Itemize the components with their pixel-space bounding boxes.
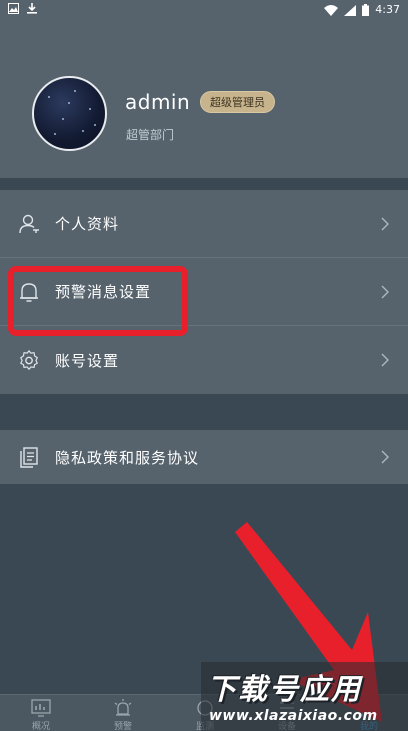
watermark: 下载号应用 www.xlazaixiao.com — [201, 662, 408, 731]
username: admin — [125, 90, 191, 114]
chevron-right-icon — [381, 353, 389, 367]
menu-item-profile[interactable]: 个人资料 — [0, 190, 408, 258]
document-icon — [20, 447, 38, 468]
avatar[interactable] — [32, 76, 107, 151]
department-label: 超管部门 — [126, 128, 175, 142]
tab-label-alerts: 预警 — [113, 722, 132, 731]
status-time: 4:37 — [375, 3, 400, 16]
status-bar: 4:37 — [0, 0, 408, 20]
menu-label-account-settings: 账号设置 — [55, 351, 120, 370]
tab-alerts[interactable]: 预警 — [82, 695, 164, 731]
menu-item-privacy-policy[interactable]: 隐私政策和服务协议 — [0, 430, 408, 484]
menu-item-account-settings[interactable]: 账号设置 — [0, 326, 408, 394]
menu-label-privacy-policy: 隐私政策和服务协议 — [55, 448, 200, 467]
policy-menu: 隐私政策和服务协议 — [0, 430, 408, 484]
alarm-icon — [114, 699, 132, 716]
download-icon — [27, 3, 37, 14]
user-icon — [19, 214, 39, 233]
annotation-highlight-box — [8, 266, 188, 336]
gear-icon — [20, 350, 38, 370]
role-badge: 超级管理员 — [200, 91, 275, 113]
menu-label-profile: 个人资料 — [55, 215, 120, 233]
chevron-right-icon — [381, 217, 389, 230]
watermark-title: 下载号应用 — [207, 672, 363, 706]
tab-overview[interactable]: 概况 — [0, 695, 82, 731]
wifi-icon — [324, 4, 339, 16]
image-icon — [8, 3, 19, 14]
signal-icon — [344, 4, 357, 16]
battery-icon — [362, 4, 370, 16]
watermark-url: www.xlazaixiao.com — [209, 708, 378, 724]
chevron-right-icon — [381, 285, 389, 298]
chevron-right-icon — [381, 450, 389, 464]
profile-header: admin 超级管理员 超管部门 — [0, 20, 408, 178]
chart-icon — [31, 699, 51, 717]
tab-label-overview: 概况 — [31, 722, 50, 731]
